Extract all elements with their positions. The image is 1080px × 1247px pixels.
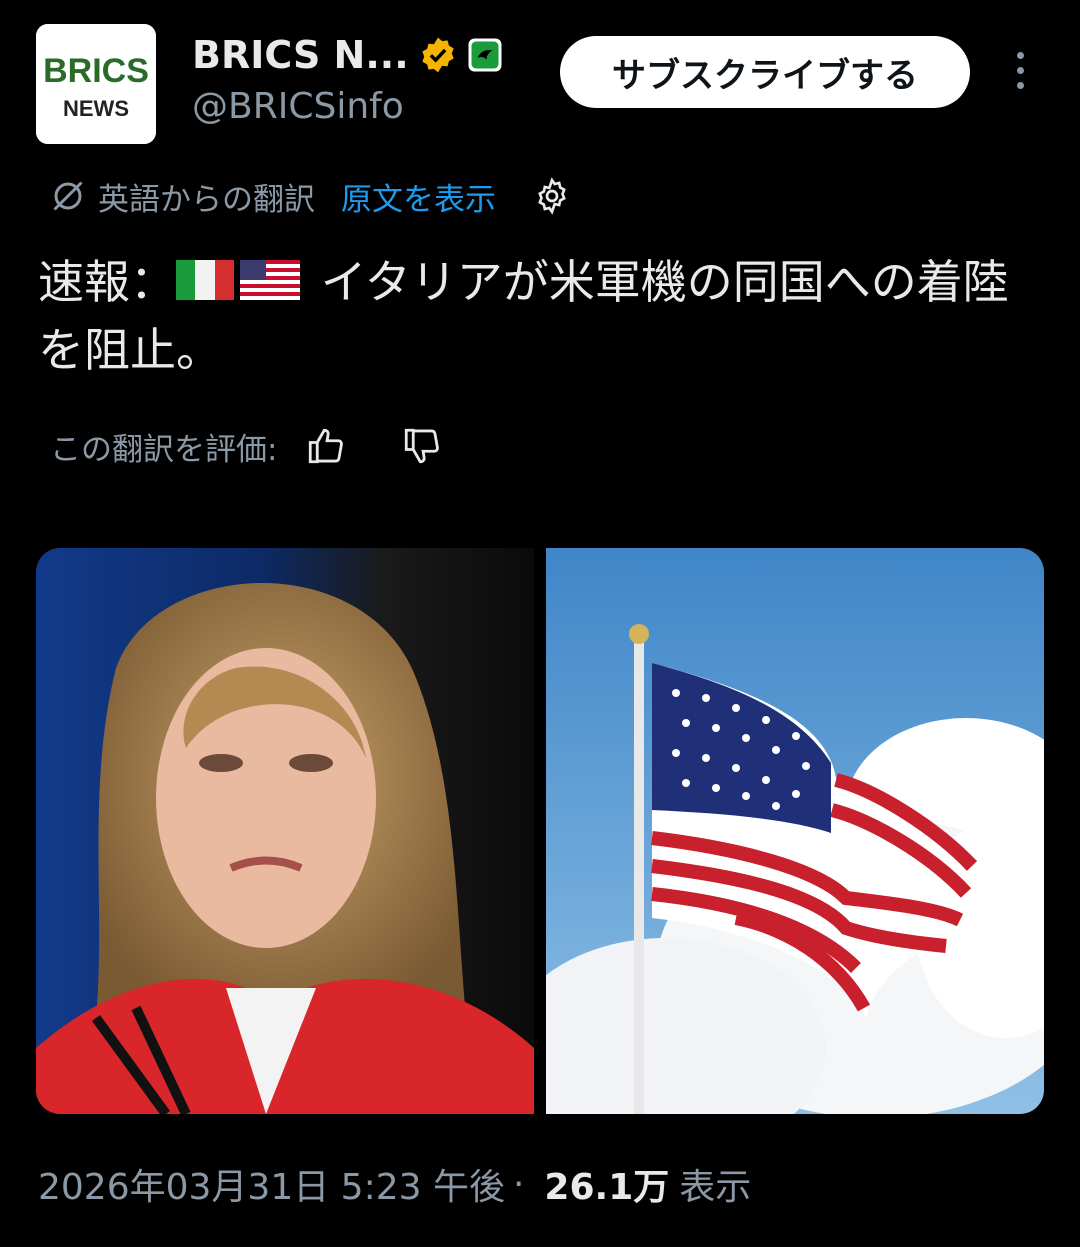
tweet-media[interactable] [36, 548, 1044, 1114]
italy-flag-icon [176, 260, 234, 300]
translation-label: 英語からの翻訳 [98, 181, 315, 218]
affiliate-badge-icon [468, 38, 502, 72]
show-original-link[interactable]: 原文を表示 [341, 174, 496, 219]
rate-translation-label: この翻訳を評価: [50, 431, 278, 468]
media-image-flag[interactable] [506, 548, 1044, 1114]
view-count: 26.1万 [544, 1167, 670, 1208]
view-count-label: 表示 [679, 1167, 752, 1208]
gear-icon[interactable] [532, 176, 572, 216]
media-image-person[interactable] [36, 548, 534, 1114]
avatar-logo-subtext: NEWS [63, 96, 129, 121]
tweet-text: 速報： イタリアが米軍機の同国への着陸を阻止。 [38, 248, 1048, 384]
tweet-text-prefix: 速報： [38, 255, 176, 309]
translate-icon [53, 181, 83, 211]
avatar-logo-text: BRICS [43, 52, 149, 90]
thumbs-up-icon[interactable] [305, 425, 347, 467]
tweet-meta: 2026年03月31日 5:23 午後 · 26.1万 表示 [38, 1158, 751, 1210]
account-handle[interactable]: @BRICSinfo [192, 86, 503, 127]
subscribe-button[interactable]: サブスクライブする [560, 36, 970, 108]
tweet-timestamp[interactable]: 2026年03月31日 5:23 午後 [38, 1158, 505, 1210]
verified-badge-icon [421, 37, 454, 73]
meta-separator: · [512, 1163, 525, 1205]
thumbs-down-icon[interactable] [401, 425, 443, 467]
avatar[interactable]: BRICS NEWS [36, 24, 156, 144]
more-icon[interactable] [1008, 52, 1032, 96]
translation-row: 英語からの翻訳 原文を表示 [50, 170, 572, 222]
rate-translation-row: この翻訳を評価: [50, 420, 443, 472]
usa-flag-icon [240, 260, 300, 300]
display-name[interactable]: BRICS N... [192, 33, 409, 77]
account-name-block: BRICS N... @BRICSinfo [192, 30, 503, 127]
tweet-header: BRICS NEWS BRICS N... @BRICSinfo サブスクライブ… [36, 24, 1046, 146]
